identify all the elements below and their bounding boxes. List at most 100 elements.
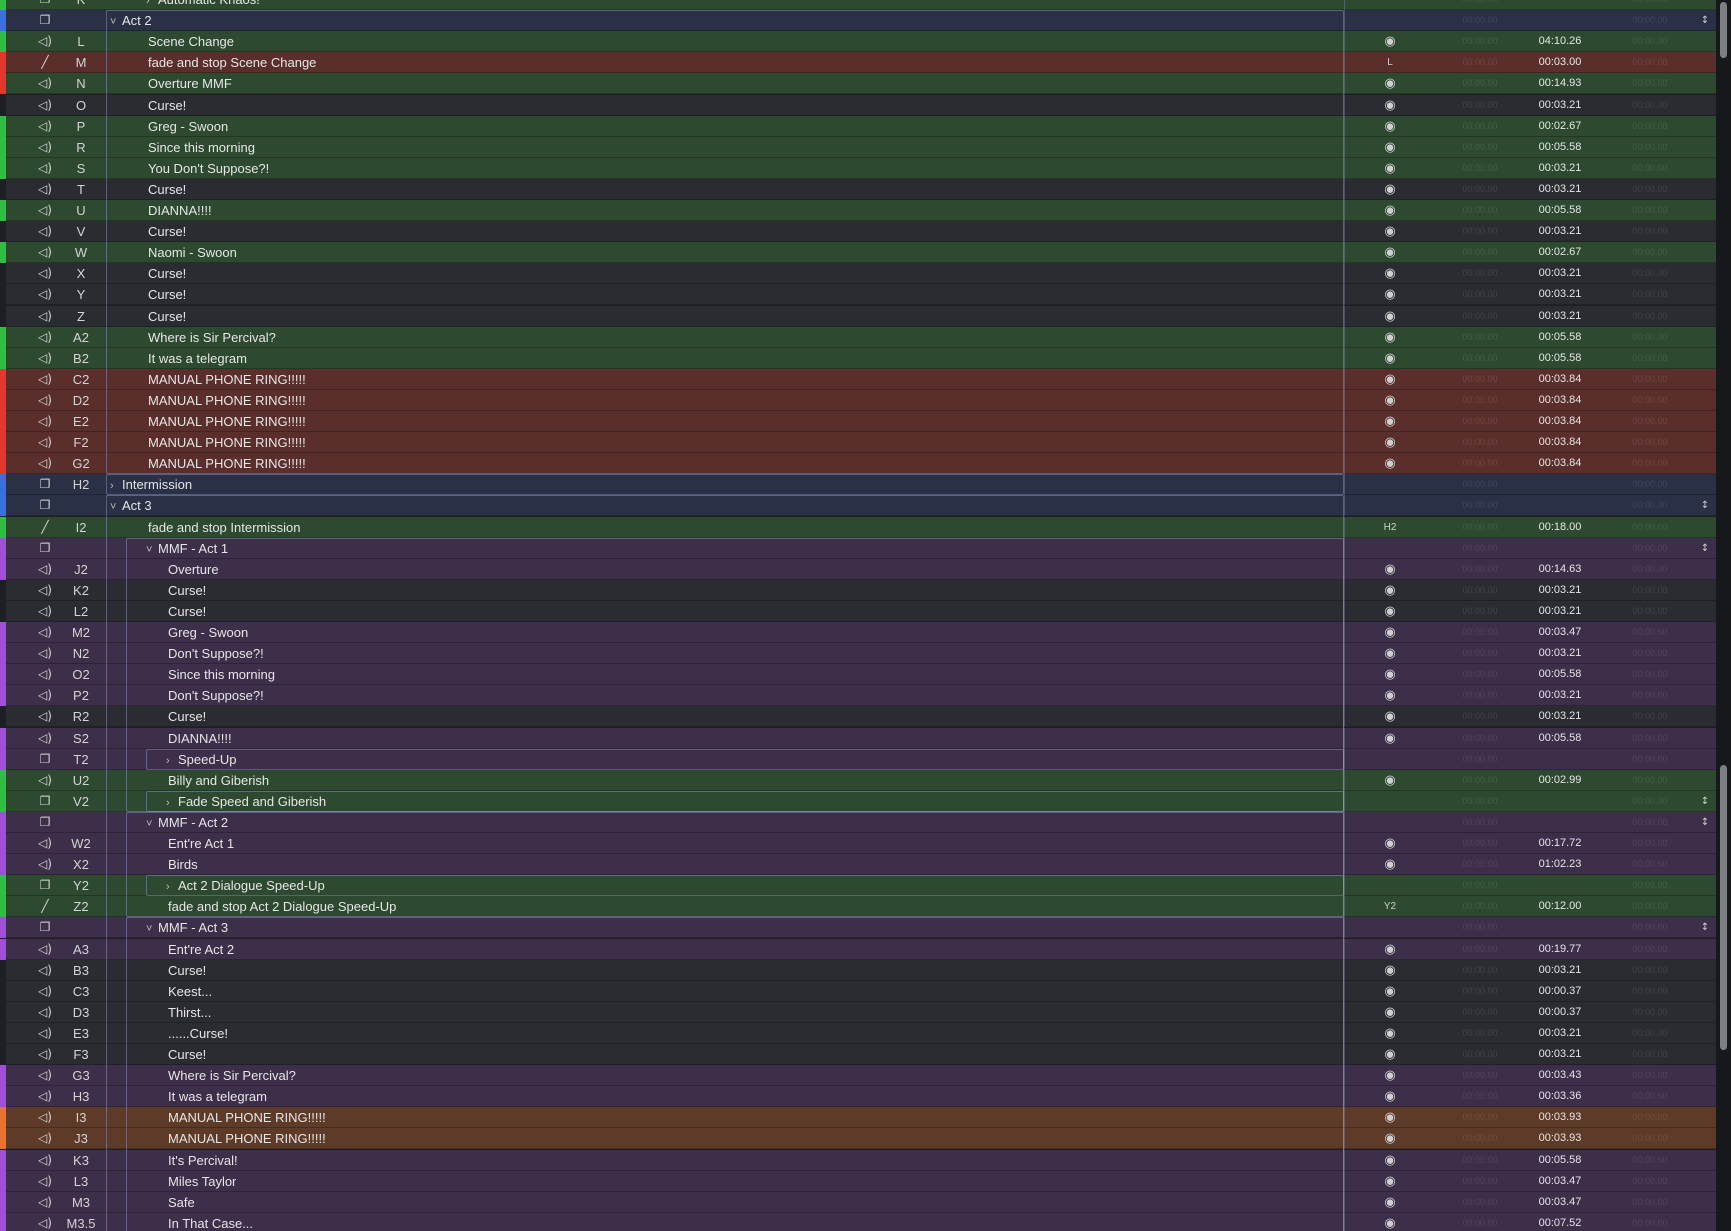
cue-row[interactable]: ❐ ˅ Act 3 00:00.00 00:00.00 ↕ <box>0 495 1716 516</box>
cue-number[interactable]: U <box>60 200 102 221</box>
cue-name[interactable]: Where is Sir Percival? <box>168 1065 296 1086</box>
cue-name[interactable]: Curse! <box>148 306 186 327</box>
cue-name[interactable]: Naomi - Swoon <box>148 242 237 263</box>
cue-row[interactable]: ◁) D2 MANUAL PHONE RING!!!!! ◉ 00:00.00 00:03… <box>0 390 1716 411</box>
cue-row[interactable]: ◁) P2 Don't Suppose?! ◉ 00:00.00 00:03.21 00:0… <box>0 685 1716 706</box>
cue-row[interactable]: ◁) S2 DIANNA!!!! ◉ 00:00.00 00:05.58 00:00.00 <box>0 728 1716 749</box>
cue-row[interactable]: ❐ ˅ Act 2 00:00.00 00:00.00 ↕ <box>0 10 1716 31</box>
cue-number[interactable]: H3 <box>60 1086 102 1107</box>
cue-number[interactable] <box>60 10 102 31</box>
cue-row[interactable]: ❐ ˅ MMF - Act 1 00:00.00 00:00.00 ↕ <box>0 538 1716 559</box>
cue-name[interactable]: Greg - Swoon <box>168 622 248 643</box>
cue-row[interactable]: ◁) K2 Curse! ◉ 00:00.00 00:03.21 00:00.00 <box>0 580 1716 601</box>
cue-number[interactable]: M <box>60 52 102 73</box>
cue-row[interactable]: ◁) O2 Since this morning ◉ 00:00.00 00:05.58 0… <box>0 664 1716 685</box>
cue-name[interactable]: Overture <box>168 559 219 580</box>
cue-name[interactable]: ˅ Act 2 <box>110 10 152 31</box>
cue-name[interactable]: Thirst... <box>168 1002 211 1023</box>
cue-name[interactable]: Keest... <box>168 981 212 1002</box>
cue-row[interactable]: ◁) Z Curse! ◉ 00:00.00 00:03.21 00:00.00 <box>0 306 1716 327</box>
cue-row[interactable]: ◁) P Greg - Swoon ◉ 00:00.00 00:02.67 00:00.00 <box>0 116 1716 137</box>
cue-name[interactable]: fade and stop Act 2 Dialogue Speed-Up <box>168 896 396 917</box>
cue-name[interactable]: In That Case... <box>168 1213 253 1231</box>
scrollbar-thumb-top[interactable] <box>1720 2 1727 58</box>
cue-row[interactable]: ◁) H3 It was a telegram ◉ 00:00.00 00:03.36 00… <box>0 1086 1716 1107</box>
cue-name[interactable]: Curse! <box>168 580 206 601</box>
cue-number[interactable]: D2 <box>60 390 102 411</box>
cue-name[interactable]: Greg - Swoon <box>148 116 228 137</box>
cue-number[interactable]: J2 <box>60 559 102 580</box>
cue-name[interactable]: Curse! <box>148 284 186 305</box>
cue-row[interactable]: ◁) X2 Birds ◉ 00:00.00 01:02.23 00:00.00 <box>0 854 1716 875</box>
cue-number[interactable] <box>60 538 102 559</box>
cue-row[interactable]: ❐ Y2 › Act 2 Dialogue Speed-Up 00:00.00 00:00… <box>0 875 1716 896</box>
cue-number[interactable]: O <box>60 95 102 116</box>
cue-row[interactable]: ◁) A3 Ent're Act 2 ◉ 00:00.00 00:19.77 00:00.0… <box>0 939 1716 960</box>
cue-number[interactable]: Y2 <box>60 875 102 896</box>
cue-row[interactable]: ◁) S You Don't Suppose?! ◉ 00:00.00 00:03.21 0… <box>0 158 1716 179</box>
cue-row[interactable]: ◁) G2 MANUAL PHONE RING!!!!! ◉ 00:00.00 00:03… <box>0 453 1716 474</box>
cue-name[interactable]: Curse! <box>168 601 206 622</box>
cue-row[interactable]: ❐ K ›Automatic Knaos! 00:00.00 00:00.00 <box>0 0 1716 10</box>
cue-row[interactable]: ❐ ˅ MMF - Act 2 00:00.00 00:00.00 ↕ <box>0 812 1716 833</box>
cue-number[interactable]: C3 <box>60 981 102 1002</box>
cue-number[interactable]: M3.5 <box>60 1213 102 1231</box>
cue-row[interactable]: ╱ Z2 fade and stop Act 2 Dialogue Speed-Up… <box>0 896 1716 917</box>
cue-row[interactable]: ◁) M3.5 In That Case... ◉ 00:00.00 00:07.52 00… <box>0 1213 1716 1231</box>
cue-name[interactable]: DIANNA!!!! <box>148 200 212 221</box>
cue-name[interactable]: fade and stop Scene Change <box>148 52 316 73</box>
cue-row[interactable]: ◁) V Curse! ◉ 00:00.00 00:03.21 00:00.00 <box>0 221 1716 242</box>
cue-number[interactable]: K3 <box>60 1150 102 1171</box>
cue-number[interactable] <box>60 812 102 833</box>
cue-number[interactable]: A3 <box>60 939 102 960</box>
auto-continue-icon[interactable]: ↕ <box>1698 10 1712 31</box>
cue-name[interactable]: Ent're Act 1 <box>168 833 234 854</box>
chevron-down-icon[interactable]: ˅ <box>110 12 122 31</box>
cue-number[interactable]: W2 <box>60 833 102 854</box>
cue-name[interactable]: Don't Suppose?! <box>168 643 264 664</box>
cue-name[interactable]: Curse! <box>148 95 186 116</box>
cue-number[interactable]: G3 <box>60 1065 102 1086</box>
cue-number[interactable]: L <box>60 31 102 52</box>
cue-name[interactable]: ˅ MMF - Act 1 <box>146 538 228 559</box>
cue-number[interactable]: P <box>60 116 102 137</box>
cue-name[interactable]: Birds <box>168 854 198 875</box>
cue-number[interactable]: P2 <box>60 685 102 706</box>
cue-number[interactable]: L2 <box>60 601 102 622</box>
cue-name[interactable]: ˅ MMF - Act 3 <box>146 917 228 938</box>
cue-row[interactable]: ◁) C3 Keest... ◉ 00:00.00 00:00.37 00:00.00 <box>0 981 1716 1002</box>
cue-number[interactable]: X2 <box>60 854 102 875</box>
cue-row[interactable]: ◁) W Naomi - Swoon ◉ 00:00.00 00:02.67 00:00.0… <box>0 242 1716 263</box>
chevron-right-icon[interactable]: › <box>166 751 178 770</box>
cue-number[interactable]: V <box>60 221 102 242</box>
cue-name[interactable]: › Act 2 Dialogue Speed-Up <box>166 875 325 896</box>
cue-number[interactable]: W <box>60 242 102 263</box>
vertical-scrollbar[interactable] <box>1716 0 1731 1231</box>
cue-number[interactable]: B3 <box>60 960 102 981</box>
auto-continue-icon[interactable]: ↕ <box>1698 917 1712 938</box>
cue-row[interactable]: ◁) N Overture MMF ◉ 00:00.00 00:14.93 00:00.00 <box>0 73 1716 94</box>
cue-name[interactable]: MANUAL PHONE RING!!!!! <box>148 390 306 411</box>
cue-name[interactable]: Miles Taylor <box>168 1171 236 1192</box>
cue-name[interactable]: fade and stop Intermission <box>148 517 300 538</box>
cue-number[interactable]: N2 <box>60 643 102 664</box>
cue-name[interactable]: ›Automatic Knaos! <box>146 0 260 10</box>
cue-row[interactable]: ◁) R2 Curse! ◉ 00:00.00 00:03.21 00:00.00 <box>0 706 1716 727</box>
cue-number[interactable]: Y <box>60 284 102 305</box>
cue-number[interactable]: S2 <box>60 728 102 749</box>
cue-name[interactable]: ......Curse! <box>168 1023 228 1044</box>
chevron-right-icon[interactable]: › <box>166 793 178 812</box>
cue-name[interactable]: It was a telegram <box>148 348 247 369</box>
cue-name[interactable]: Overture MMF <box>148 73 232 94</box>
cue-row[interactable]: ◁) T Curse! ◉ 00:00.00 00:03.21 00:00.00 <box>0 179 1716 200</box>
cue-name[interactable]: ˅ Act 3 <box>110 495 152 516</box>
cue-name[interactable]: MANUAL PHONE RING!!!!! <box>168 1128 326 1149</box>
cue-row[interactable]: ◁) U2 Billy and Giberish ◉ 00:00.00 00:02.99 0… <box>0 770 1716 791</box>
chevron-down-icon[interactable]: ˅ <box>146 540 158 559</box>
cue-name[interactable]: › Intermission <box>110 474 192 495</box>
cue-row[interactable]: ◁) L2 Curse! ◉ 00:00.00 00:03.21 00:00.00 <box>0 601 1716 622</box>
cue-row[interactable]: ◁) J2 Overture ◉ 00:00.00 00:14.63 00:00.00 <box>0 559 1716 580</box>
cue-name[interactable]: MANUAL PHONE RING!!!!! <box>148 411 306 432</box>
cue-row[interactable]: ╱ I2 fade and stop Intermission H2 00:00.00 0… <box>0 517 1716 538</box>
cue-number[interactable]: J3 <box>60 1128 102 1149</box>
